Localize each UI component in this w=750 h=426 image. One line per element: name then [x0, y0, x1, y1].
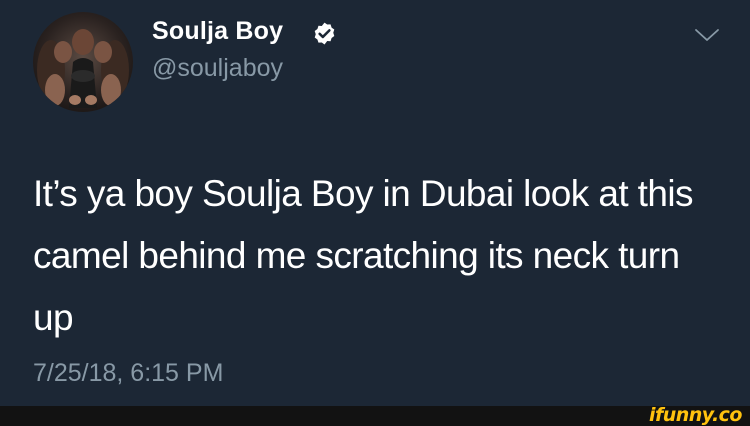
user-handle[interactable]: @souljaboy [152, 54, 283, 83]
watermark-bar: ifunny.co [0, 404, 750, 426]
verified-badge-icon [314, 22, 335, 45]
avatar-photo [37, 29, 129, 108]
avatar[interactable] [33, 12, 133, 112]
tweet-timestamp[interactable]: 7/25/18, 6:15 PM [33, 359, 223, 388]
chevron-down-icon[interactable] [694, 27, 720, 43]
tweet-text: It’s ya boy Soulja Boy in Dubai look at … [33, 173, 693, 338]
tweet-card: Soulja Boy @souljaboy It’s ya boy Soulja… [0, 0, 750, 406]
ifunny-watermark: ifunny.co [648, 404, 743, 426]
display-name[interactable]: Soulja Boy [152, 17, 283, 46]
